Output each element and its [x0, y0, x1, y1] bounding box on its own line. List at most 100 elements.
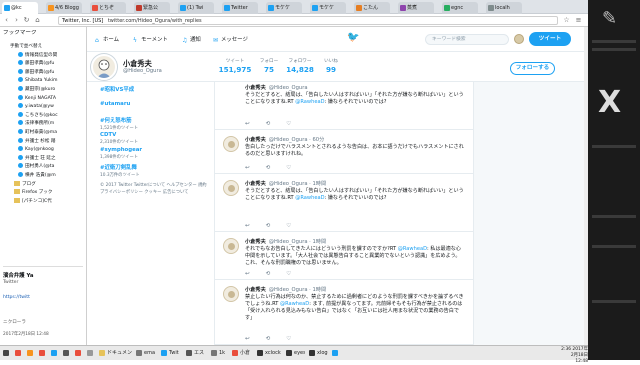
taskbar-item[interactable]: ema [135, 348, 157, 359]
reply-icon[interactable]: ↩ [245, 121, 250, 127]
sidebar-item[interactable]: こちさち(@koc [0, 111, 86, 119]
taskbar-item[interactable] [86, 348, 95, 359]
tweet-button[interactable]: ツイート [529, 32, 571, 46]
retweet-icon[interactable]: ⟲ [266, 223, 271, 229]
taskbar-item[interactable] [2, 348, 11, 359]
retweet-icon[interactable]: ⟲ [266, 336, 271, 342]
retweet-icon[interactable]: ⟲ [266, 121, 271, 127]
taskbar-item[interactable]: 1k [210, 348, 228, 359]
browser-tab[interactable]: モケケ [266, 2, 302, 14]
tweet-mention-link[interactable]: @RawheaD [398, 246, 427, 252]
nav-notifications[interactable]: ♫ 通知 [182, 35, 201, 44]
tweet-avatar[interactable] [223, 286, 239, 302]
back-icon[interactable]: ‹ [2, 16, 11, 25]
tweet[interactable]: 小倉秀夫 @Hideo_Ogura · 1時間 そうだとすると、結局は、「告白したい… [215, 174, 473, 232]
trend-item[interactable]: #symphogear 1,398件のツイート [100, 147, 142, 160]
sidebar-item[interactable]: 町村泰貴(@ma [0, 129, 86, 136]
sidebar-item[interactable]: 弁護士 杉松 踏 [0, 137, 86, 145]
sidebar-item[interactable]: Shibata Yukim [0, 77, 86, 84]
taskbar-item[interactable]: eyes [285, 348, 305, 359]
sidebar-item[interactable]: 藤田孝典(@fu [0, 60, 86, 67]
tweet[interactable]: 小倉秀夫 @Hideo_Ogura · 60分 告白したっだけでハラスメントとされる… [215, 130, 473, 174]
tweet[interactable]: 小倉秀夫 @Hideo_Ogura · 1時間 それでもなお告白してきた人にはどうい… [215, 232, 473, 280]
reply-icon[interactable]: ↩ [245, 336, 250, 342]
trend-item[interactable]: CDTV 2,310件のツイート [100, 132, 138, 145]
sidebar-item[interactable]: Kay(@nkoog [0, 146, 86, 153]
forward-icon[interactable]: › [12, 16, 21, 25]
taskbar-item[interactable]: ドキュメント [98, 348, 132, 359]
sidebar-item[interactable]: Firefox ブック [0, 189, 86, 196]
tweet-author[interactable]: 小倉秀夫 [245, 85, 266, 91]
trend-item[interactable]: #昭和VS平成 [100, 85, 134, 93]
like-icon[interactable]: ♡ [286, 336, 291, 342]
sidebar-item[interactable]: 情報発信型の関 [0, 51, 86, 59]
follow-button[interactable]: フォローする [510, 62, 555, 75]
taskbar-item[interactable] [26, 348, 35, 359]
taskbar-item[interactable] [38, 348, 47, 359]
stat-tweets[interactable]: ツイート 151,975 [218, 58, 252, 74]
tweet-avatar[interactable] [223, 136, 239, 152]
browser-tab[interactable]: モケケ [310, 2, 346, 14]
sidebar-item[interactable]: [パチンコ]C代 [0, 197, 86, 205]
tweet[interactable]: 小倉秀夫 @Hideo_Ogura · 1時間 禁止したい行為は何なのか、禁止するた… [215, 280, 473, 345]
browser-tab[interactable]: Twitter [222, 2, 258, 14]
taskbar-item[interactable] [62, 348, 71, 359]
retweet-icon[interactable]: ⟲ [266, 271, 271, 277]
sidebar-item[interactable]: Kenji NAGATA [0, 94, 86, 102]
tweet-author[interactable]: 小倉秀夫 [245, 181, 266, 187]
stat-following[interactable]: フォロー 75 [255, 58, 283, 74]
tweet-mention-link[interactable]: @RawheaD [295, 99, 324, 105]
taskbar-item[interactable]: 小倉 [231, 348, 253, 359]
trend-item[interactable]: #近衛刀剣乱舞 10.3万件のツイート [100, 163, 140, 178]
nav-home[interactable]: ⌂ ホーム [95, 35, 119, 44]
taskbar-item[interactable] [74, 348, 83, 359]
menu-icon[interactable]: ≡ [574, 16, 583, 25]
sidebar-item[interactable]: 藤田孝典(@fu [0, 68, 86, 76]
tweet-author[interactable]: 小倉秀夫 [245, 287, 266, 293]
browser-tab[interactable]: 緊急公 [134, 2, 170, 14]
browser-tab[interactable]: 蒸煮 [398, 2, 434, 14]
reply-icon[interactable]: ↩ [245, 223, 250, 229]
like-icon[interactable]: ♡ [286, 121, 291, 127]
twitter-logo-icon[interactable]: 🐦 [347, 33, 359, 43]
browser-tab[interactable]: @kc [2, 2, 38, 14]
avatar[interactable] [514, 34, 524, 44]
nav-messages[interactable]: ✉ メッセージ [213, 35, 248, 44]
tweet-avatar[interactable] [223, 238, 239, 254]
sidebar-item[interactable]: ブログ [0, 180, 86, 188]
sidebar-item[interactable]: 法律事務所(m [0, 120, 86, 127]
nav-moments[interactable]: ϟ モーメント [133, 35, 168, 44]
reply-icon[interactable]: ↩ [245, 165, 250, 171]
preview-link[interactable]: https://twitt [3, 295, 30, 300]
browser-tab[interactable]: (1) Twi [178, 2, 214, 14]
browser-tab[interactable]: こたん [354, 2, 390, 14]
browser-tab[interactable]: localh [486, 2, 522, 14]
taskbar-item[interactable] [50, 348, 59, 359]
taskbar-item[interactable]: エス [185, 348, 207, 359]
tweet-mention-link[interactable]: @RawheaD [280, 301, 309, 307]
tweet-author[interactable]: 小倉秀夫 [245, 137, 266, 143]
sidebar-item[interactable]: 弁護士 荘 延之 [0, 154, 86, 162]
star-icon[interactable]: ☆ [562, 16, 571, 25]
tweet-author[interactable]: 小倉秀夫 [245, 239, 266, 245]
search-input[interactable]: キーワード検索 [425, 34, 509, 45]
taskbar-item[interactable]: xclock [256, 348, 282, 359]
sidebar-item[interactable]: 横井 浩貴(@m [0, 172, 86, 179]
browser-tab[interactable]: とちぞ [90, 2, 126, 14]
tweet[interactable]: 小倉秀夫 @Hideo_Ogura そうだとすると、結局は、「告白したい人はすればい… [215, 82, 473, 130]
profile-avatar[interactable] [91, 54, 117, 80]
taskbar-item[interactable] [14, 348, 23, 359]
taskbar-item[interactable] [331, 348, 343, 359]
retweet-icon[interactable]: ⟲ [266, 165, 271, 171]
tweet-avatar[interactable] [223, 180, 239, 196]
taskbar-item[interactable]: Twit [160, 348, 182, 359]
sidebar-item[interactable]: 田村勇人(@ta [0, 163, 86, 170]
trend-item[interactable]: #utamaru [100, 101, 130, 107]
browser-tab[interactable]: 4/6 Blogg [46, 2, 82, 14]
reply-icon[interactable]: ↩ [245, 271, 250, 277]
taskbar-item[interactable]: xlogo [308, 348, 328, 359]
reload-icon[interactable]: ↻ [22, 16, 31, 25]
stat-followers[interactable]: フォロワー 14,828 [285, 58, 315, 74]
like-icon[interactable]: ♡ [286, 271, 291, 277]
url-bar[interactable]: Twitter, Inc. [US] twitter.com/Hideo_Ogu… [58, 16, 558, 25]
